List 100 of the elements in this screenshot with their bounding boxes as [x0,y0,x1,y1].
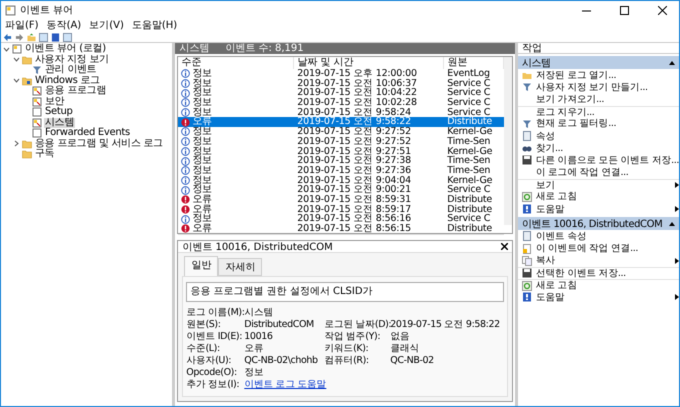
action-item[interactable]: 현재 로그 필터링... [518,118,679,130]
menu-item[interactable]: 보기(V) [89,20,124,32]
event-row[interactable]: 정보 2019-07-15 오전 10:06:37 Service C [178,78,504,88]
filter-icon [32,65,42,76]
source-cell-text: Service C [446,214,490,224]
source-cell-text: Distribute [446,194,494,205]
help-icon[interactable] [51,32,60,42]
event-row[interactable]: 정보 2019-07-15 오전 8:56:16 Service C [178,214,504,224]
action-item[interactable]: 보기 [518,178,679,191]
action-item[interactable]: 새로 고침 [518,190,679,204]
tree-item[interactable]: 응용 프로그램 [44,86,108,96]
action-item[interactable]: 찾기... [518,142,679,154]
level-text: 정보 [192,88,212,98]
filter-icon [522,82,532,92]
event-row[interactable]: 정보 2019-07-15 오전 10:04:22 Service C [178,88,504,98]
action-item[interactable]: 사용자 지정 보기 만들기... [518,81,679,94]
description-box[interactable]: 응용 프로그램별 권한 설정에서 CLSID가 [186,282,504,302]
section-header[interactable]: 시스템 [518,56,679,69]
event-row[interactable]: 정보 2019-07-15 오전 9:27:51 Kernel-Ge [178,146,504,156]
tab[interactable]: 자세히 [218,258,262,276]
action-item[interactable]: 이 이벤트에 작업 연결... [518,242,679,255]
collapse-chevron-icon[interactable] [3,46,10,53]
action-item[interactable]: 도움말 [518,203,679,216]
source-cell-text: Distribute [446,204,494,214]
maximize-icon[interactable] [620,6,628,14]
scrollbar[interactable] [178,234,504,235]
collapse-icon[interactable] [669,60,675,64]
event-row[interactable]: 오류 2019-07-15 오전 8:59:31 Distribute [178,194,504,205]
menu-item[interactable]: 파일(F) [5,20,39,32]
action-item[interactable]: 도움말 [518,291,679,304]
refresh-icon [522,192,532,202]
event-row[interactable]: 정보 2019-07-15 오전 9:27:36 Time-Sen [178,166,504,176]
document-icon [522,131,532,142]
folder-icon [22,149,32,160]
back-arrow-icon[interactable] [3,32,12,42]
source-cell-text: Service C [446,108,490,118]
tree-item[interactable]: 보안 [44,96,66,107]
save-icon [522,155,532,166]
field-value: 정보 [244,367,264,379]
tree-item[interactable]: 응용 프로그램 및 서비스 로그 [34,138,164,149]
event-row[interactable]: 정보 2019-07-15 오전 9:00:21 Service C [178,185,504,195]
close-icon[interactable] [658,6,666,14]
action-item[interactable]: 로그 지우기... [518,106,679,118]
event-row[interactable]: 정보 2019-07-15 오전 9:27:52 Time-Sen [178,136,504,146]
help-icon [522,204,532,214]
collapse-chevron-icon[interactable] [13,77,20,84]
event-row[interactable]: 정보 2019-07-15 오전 10:02:28 Service C [178,98,504,108]
event-row[interactable]: 정보 2019-07-15 오전 9:27:52 Kernel-Ge [178,127,504,137]
field-label: 이벤트 ID(E): [186,331,242,343]
tree-item[interactable]: 구독 [34,149,56,160]
tree-item[interactable]: 사용자 지정 보기 [34,54,110,65]
source-cell-text: Service C [446,88,492,98]
info-icon [181,127,190,136]
collapse-chevron-icon[interactable] [13,56,20,64]
panel-icon[interactable] [63,32,72,42]
field-value: DistributedCOM [244,319,314,331]
action-item[interactable]: 새로 고침 [518,279,679,292]
section-header[interactable]: 이벤트 10016, DistributedCOM [518,217,679,230]
event-row[interactable]: 정보 2019-07-15 오전 9:27:38 Time-Sen [178,156,504,166]
help-link[interactable]: 이벤트 로그 도움말 [244,379,326,391]
event-row[interactable]: 정보 2019-07-15 오전 9:04:04 Kernel-Ge [178,176,504,186]
column-header[interactable]: 날짜 및 시간 [294,57,444,69]
action-item[interactable]: 보기 가져오기... [518,93,679,106]
tree-item[interactable]: Setup [44,107,74,118]
help-icon [522,292,532,302]
event-row[interactable]: 오류 2019-07-15 오전 9:58:22 Distribute [178,117,504,128]
action-item[interactable]: 저장된 로그 열기... [518,69,679,82]
tree-item[interactable]: 이벤트 뷰어 (로컬) [24,44,107,54]
menu-item[interactable]: 도움말(H) [132,20,178,32]
close-icon[interactable] [500,243,508,250]
forward-arrow-icon[interactable] [15,32,24,42]
date-cell-text: 2019-07-15 오전 8:59:17 [296,204,412,214]
date-cell-text: 2019-07-15 오후 12:00:00 [296,69,418,79]
action-item[interactable]: 속성 [518,130,679,142]
event-row[interactable]: 오류 2019-07-15 오전 8:56:15 Distribute [178,224,504,234]
action-item[interactable]: 선택한 이벤트 저장... [518,266,679,279]
action-item[interactable]: 이 로그에 작업 연결... [518,166,679,179]
tree-item[interactable]: 시스템 [44,118,76,128]
tree-item[interactable]: Windows 로그 [34,76,101,86]
submenu-arrow-icon [675,258,679,264]
action-item[interactable]: 복사 [518,254,679,267]
tree-item[interactable]: Forwarded Events [44,128,131,138]
date-cell-text: 2019-07-15 오전 9:27:52 [296,136,412,147]
tab[interactable]: 일반 [184,256,218,276]
tree-item[interactable]: 관리 이벤트 [44,65,98,76]
field-value: 없음 [390,331,410,343]
log-icon [32,96,42,107]
level-text: 정보 [192,69,212,79]
expand-chevron-icon[interactable] [13,140,20,148]
level-text: 정보 [192,98,212,108]
scrollbar[interactable] [504,57,512,225]
menu-item[interactable]: 동작(A) [46,20,82,32]
event-row[interactable]: 오류 2019-07-15 오전 8:59:17 Distribute [178,204,504,214]
event-row[interactable]: 정보 2019-07-15 오후 12:00:00 EventLog [178,69,504,79]
collapse-icon[interactable] [669,222,675,226]
action-item[interactable]: 다른 이름으로 모든 이벤트 저장... [518,154,679,166]
folder-icon [22,76,32,86]
event-row[interactable]: 정보 2019-07-15 오전 9:58:24 Service C [178,108,504,118]
panel-icon[interactable] [39,32,48,42]
action-item[interactable]: 이벤트 속성 [518,230,679,242]
